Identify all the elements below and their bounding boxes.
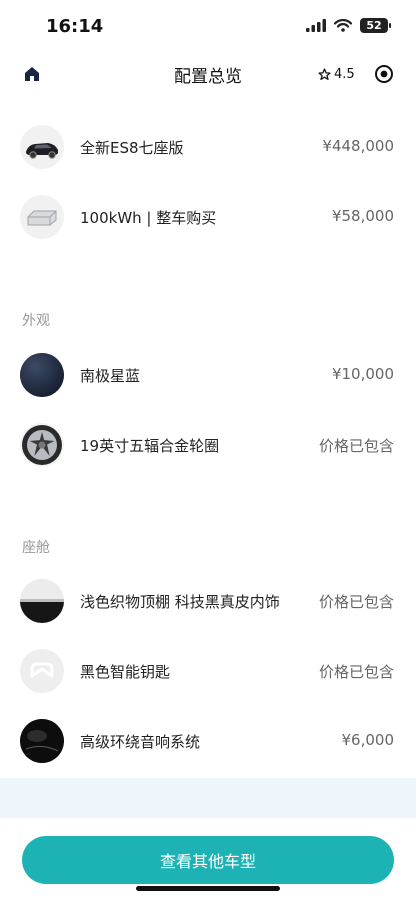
- battery-pack-icon: [20, 195, 64, 239]
- item-price: ¥6,000: [341, 731, 395, 749]
- list-item[interactable]: 19英寸五辐合金轮圈 价格已包含: [0, 418, 416, 474]
- car-icon: [20, 125, 64, 169]
- list-item[interactable]: 全新ES8七座版 ¥448,000: [0, 120, 416, 176]
- star-icon: [318, 67, 331, 80]
- item-price: 价格已包含: [318, 437, 394, 455]
- target-icon[interactable]: [374, 64, 394, 84]
- item-name: 全新ES8七座版: [80, 139, 184, 157]
- wheel-icon: [20, 423, 64, 467]
- item-name: 黑色智能钥匙: [80, 663, 171, 681]
- content-fade: [0, 778, 416, 818]
- item-price: 价格已包含: [318, 663, 394, 681]
- nav-capsule: 4.5: [314, 58, 402, 90]
- section-header: 外观: [22, 313, 50, 329]
- list-item[interactable]: 浅色织物顶棚 科技黑真皮内饰 价格已包含: [0, 574, 416, 630]
- list-item[interactable]: 黑色智能钥匙 价格已包含: [0, 644, 416, 700]
- speaker-icon: [20, 719, 64, 763]
- item-price: ¥448,000: [322, 137, 394, 155]
- view-other-models-button[interactable]: 查看其他车型: [22, 836, 394, 884]
- status-icons: 52: [306, 18, 391, 33]
- battery-icon: 52: [360, 18, 391, 33]
- key-icon: [20, 649, 64, 693]
- section-header: 座舱: [22, 540, 50, 556]
- item-name: 南极星蓝: [80, 367, 141, 385]
- item-name: 高级环绕音响系统: [80, 733, 201, 751]
- list-item[interactable]: 100kWh | 整车购买 ¥58,000: [0, 190, 416, 246]
- status-bar: 16:14 52: [0, 0, 416, 50]
- battery-level: 52: [366, 19, 382, 32]
- item-name: 浅色织物顶棚 科技黑真皮内饰: [80, 593, 280, 611]
- list-item[interactable]: 高级环绕音响系统 ¥6,000: [0, 714, 416, 770]
- item-price: ¥10,000: [331, 365, 394, 383]
- rating-badge[interactable]: 4.5: [318, 67, 355, 82]
- wifi-icon: [334, 19, 352, 32]
- paint-swatch-icon: [20, 353, 64, 397]
- status-time: 16:14: [46, 16, 104, 37]
- item-price: 价格已包含: [318, 593, 394, 611]
- home-indicator: [136, 886, 280, 891]
- item-name: 100kWh | 整车购买: [80, 209, 217, 227]
- signal-icon: [306, 19, 326, 32]
- item-price: ¥58,000: [331, 207, 394, 225]
- interior-swatch-icon: [20, 579, 64, 623]
- rating-value: 4.5: [334, 66, 355, 82]
- item-name: 19英寸五辐合金轮圈: [80, 437, 220, 455]
- nav-bar: 配置总览 4.5: [0, 52, 416, 96]
- list-item[interactable]: 南极星蓝 ¥10,000: [0, 348, 416, 404]
